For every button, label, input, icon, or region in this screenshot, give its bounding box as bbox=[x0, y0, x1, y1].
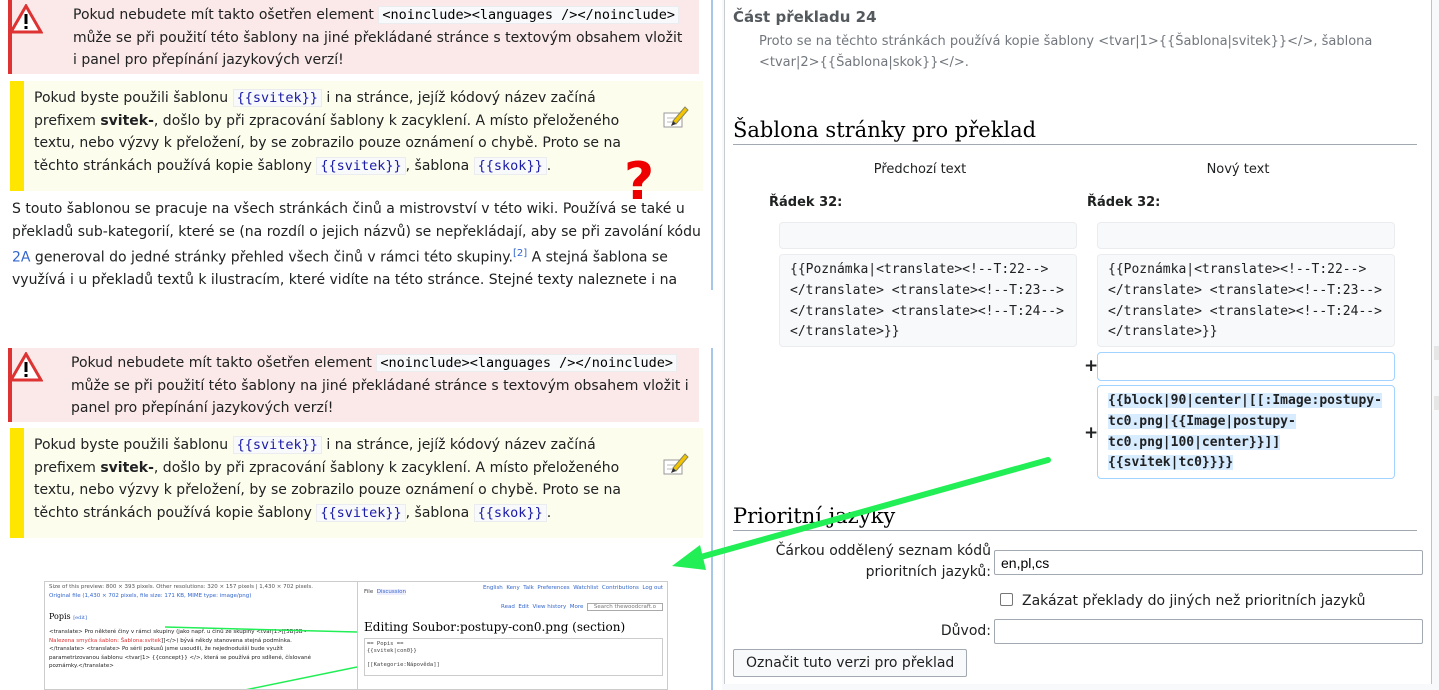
warning-text: Pokud nebudete mít takto ošetřen element… bbox=[71, 354, 689, 416]
row-label-right: Řádek 32: bbox=[1087, 195, 1161, 210]
diff-context-empty-left bbox=[779, 222, 1077, 249]
scroll-marker bbox=[1434, 346, 1439, 360]
reason-input[interactable] bbox=[994, 619, 1423, 644]
mark-for-translation-button[interactable]: Označit tuto verzi pro překlad bbox=[733, 649, 968, 677]
note-text: Pokud byste použili šablonu {{svitek}} i… bbox=[34, 436, 621, 522]
section-body: Proto se na těchto stránkách používá kop… bbox=[759, 34, 1373, 70]
row-label-left: Řádek 32: bbox=[769, 195, 843, 210]
new-text-header: Nový text bbox=[1206, 162, 1270, 177]
warning-text: Pokud nebudete mít takto ošetřen element… bbox=[73, 6, 683, 68]
body-paragraph: S touto šablonou se pracuje na všech str… bbox=[12, 201, 701, 289]
panel-gap bbox=[0, 290, 720, 348]
screenshot-thumbnail[interactable]: Size of this preview: 800 × 393 pixels. … bbox=[44, 581, 668, 690]
warning-icon bbox=[8, 2, 44, 34]
note-box-2: Pokud byste použili šablonu {{svitek}} i… bbox=[10, 428, 703, 538]
section-title: Část překladu 24 bbox=[733, 8, 877, 26]
note-text: Pokud byste použili šablonu {{svitek}} i… bbox=[34, 89, 621, 175]
note-box: Pokud byste použili šablonu {{svitek}} i… bbox=[10, 81, 703, 191]
diff-new-code: {{Poznámka|<translate><!--T:22--> </tran… bbox=[1097, 254, 1395, 347]
diff-context-empty-right bbox=[1097, 222, 1395, 249]
priority-languages-label: Čárkou oddělený seznam kódů prioritních … bbox=[775, 543, 991, 580]
diff-added-empty bbox=[1097, 352, 1395, 381]
restrict-languages-label: Zakázat překlady do jiných než prioritní… bbox=[1022, 593, 1366, 609]
reason-label: Důvod: bbox=[940, 623, 991, 639]
left-wiki-panel-top: Pokud nebudete mít takto ošetřen element… bbox=[0, 0, 713, 290]
priority-languages-input[interactable] bbox=[994, 550, 1423, 575]
warning-box-2: Pokud nebudete mít takto ošetřen element… bbox=[8, 348, 699, 422]
pencil-note-icon bbox=[661, 450, 689, 478]
diff-added-code: {{block|90|center|[[:Image:postupy-tc0.p… bbox=[1097, 385, 1395, 479]
translate-admin-panel: Část překladu 24 Proto se na těchto strá… bbox=[722, 0, 1439, 690]
warning-icon bbox=[8, 350, 44, 382]
scroll-marker bbox=[1434, 396, 1439, 410]
thumbnail-green-lines bbox=[164, 626, 358, 689]
previous-text-header: Předchozí text bbox=[873, 162, 967, 177]
pencil-note-icon bbox=[661, 103, 689, 131]
warning-box: Pokud nebudete mít takto ošetřen element… bbox=[8, 0, 699, 74]
link-2a[interactable]: 2A bbox=[12, 250, 30, 266]
template-heading: Šablona stránky pro překlad bbox=[733, 118, 1417, 145]
left-wiki-panel-bottom: Pokud nebudete mít takto ošetřen element… bbox=[0, 348, 713, 690]
restrict-languages-checkbox[interactable] bbox=[1000, 593, 1013, 606]
reference-2[interactable]: [2] bbox=[513, 248, 527, 259]
diff-old-code: {{Poznámka|<translate><!--T:22--> </tran… bbox=[779, 254, 1077, 347]
noinclude-code: <noinclude><languages /></noinclude> bbox=[378, 6, 679, 24]
priority-heading: Prioritní jazyky bbox=[733, 504, 1417, 531]
